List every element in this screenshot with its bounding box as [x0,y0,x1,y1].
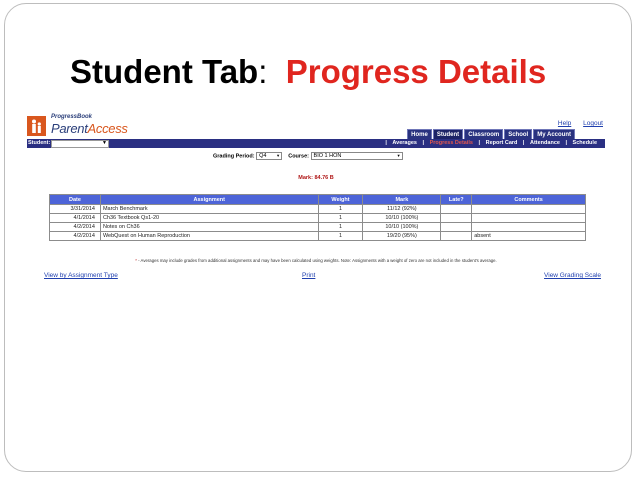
cell-late [440,204,473,214]
assignments-table: Date Assignment Weight Mark Late? Commen… [49,194,586,241]
filters-row: Grading Period: Q4 ▼ Course: BIO 1 HON ▼ [213,152,403,160]
chevron-down-icon: ▼ [276,153,281,158]
header-mark[interactable]: Mark [362,194,442,205]
view-by-assignment-type-link[interactable]: View by Assignment Type [44,272,118,279]
header-comments[interactable]: Comments [471,194,586,205]
tab-home[interactable]: Home [407,129,432,139]
parent-child-icon [27,116,46,136]
student-label: Student: [28,140,51,146]
tab-student[interactable]: Student [432,129,464,139]
student-navbar: Student: ▼ | Averages | Progress Details… [27,139,605,148]
slide-title: Student Tab: Progress Details [70,52,546,92]
subnav-schedule[interactable]: Schedule [573,140,597,146]
slide-title-colon: : [258,53,268,90]
cell-weight: 1 [317,213,364,223]
subnav-averages[interactable]: Averages [392,140,417,146]
course-select[interactable]: BIO 1 HON ▼ [310,152,403,160]
table-row: 4/2/2014 WebQuest on Human Reproduction … [49,231,586,241]
table-header-row: Date Assignment Weight Mark Late? Commen… [49,194,586,205]
progressbook-screenshot: ProgressBook ParentAccess Help Logout Ho… [27,112,605,284]
cell-late [440,222,473,232]
top-links: Help Logout [548,120,603,127]
help-link[interactable]: Help [558,120,571,127]
header-date[interactable]: Date [49,194,101,205]
bottom-links: View by Assignment Type Print View Gradi… [44,272,601,281]
cell-assignment: Ch36 Textbook Qs1-20 [99,213,319,223]
chevron-down-icon: ▼ [396,153,401,158]
cell-comments [471,222,586,232]
cell-date: 3/31/2014 [49,204,101,214]
grading-period-select[interactable]: Q4 ▼ [256,152,283,160]
main-tabs: Home Student Classroom School My Account [407,129,575,139]
cell-mark: 11/12 (92%) [362,204,442,214]
cell-weight: 1 [317,222,364,232]
cell-assignment: March Benchmark [99,204,319,214]
student-select[interactable]: ▼ [51,140,109,148]
logout-link[interactable]: Logout [583,120,603,127]
tab-school[interactable]: School [504,129,533,139]
averages-footnote: * - Averages may include grades from add… [135,258,497,263]
course-mark: Mark: 84.76 B [298,175,334,181]
subnav-attendance[interactable]: Attendance [530,140,560,146]
cell-mark: 10/10 (100%) [362,213,442,223]
logo-progressbook: ProgressBook [51,114,93,120]
cell-date: 4/2/2014 [49,231,101,241]
cell-mark: 19/20 (95%) [362,231,442,241]
view-grading-scale-link[interactable]: View Grading Scale [544,272,601,279]
subnav-report-card[interactable]: Report Card [486,140,518,146]
logo-parentaccess: ParentAccess [51,121,128,136]
cell-assignment: WebQuest on Human Reproduction [99,231,319,241]
chevron-down-icon: ▼ [102,140,107,146]
parentaccess-logo: ProgressBook ParentAccess [27,114,147,138]
cell-assignment: Notes on Ch36 [99,222,319,232]
course-label: Course: [288,153,309,160]
subnav-progress-details[interactable]: Progress Details [430,140,473,146]
cell-date: 4/2/2014 [49,222,101,232]
table-row: 3/31/2014 March Benchmark 1 11/12 (92%) [49,204,586,214]
table-row: 4/2/2014 Notes on Ch36 1 10/10 (100%) [49,222,586,232]
cell-mark: 10/10 (100%) [362,222,442,232]
header-weight[interactable]: Weight [317,194,364,205]
slide-title-part1: Student Tab [70,53,259,90]
print-link[interactable]: Print [302,272,315,279]
cell-comments [471,204,586,214]
tab-my-account[interactable]: My Account [533,129,575,139]
grading-period-label: Grading Period: [213,153,255,160]
cell-weight: 1 [317,231,364,241]
slide-title-part2: Progress Details [285,53,547,90]
cell-date: 4/1/2014 [49,213,101,223]
cell-late [440,213,473,223]
cell-late [440,231,473,241]
table-row: 4/1/2014 Ch36 Textbook Qs1-20 1 10/10 (1… [49,213,586,223]
header-assignment[interactable]: Assignment [99,194,319,205]
tab-classroom[interactable]: Classroom [464,129,504,139]
cell-weight: 1 [317,204,364,214]
student-subnav: | Averages | Progress Details | Report C… [385,140,597,146]
cell-comments: absent [471,231,586,241]
cell-comments [471,213,586,223]
header-late[interactable]: Late? [440,194,473,205]
